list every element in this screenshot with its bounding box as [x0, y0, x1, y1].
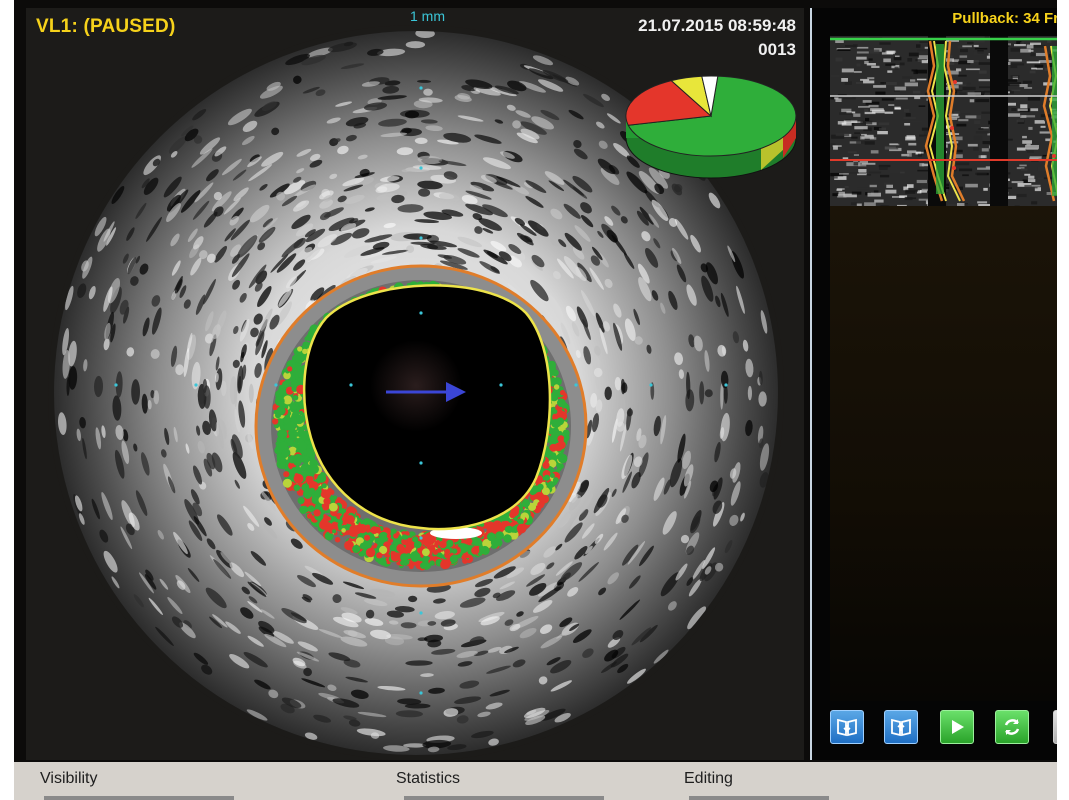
longitudinal-empty-area	[830, 206, 1057, 701]
more-icon[interactable]	[1053, 710, 1057, 744]
statistics-options-strip	[404, 796, 604, 800]
longitudinal-view-panel: Pullback: 34 Fr	[810, 8, 1057, 760]
tab-visibility[interactable]: Visibility	[40, 770, 98, 788]
tab-statistics[interactable]: Statistics	[396, 770, 460, 788]
ivus-crosssection-view[interactable]: VL1: (PAUSED) 1 mm 21.07.2015 08:59:48 0…	[26, 8, 804, 760]
book-up-icon[interactable]	[884, 710, 918, 744]
longitudinal-view[interactable]	[830, 36, 1057, 206]
pullback-label: Pullback: 34 Fr	[952, 10, 1057, 27]
tab-editing[interactable]: Editing	[684, 770, 733, 788]
scale-label: 1 mm	[410, 8, 445, 24]
editing-options-strip	[689, 796, 829, 800]
ivus-application-window: VL1: (PAUSED) 1 mm 21.07.2015 08:59:48 0…	[14, 0, 1057, 800]
play-icon[interactable]	[940, 710, 974, 744]
acquisition-datetime: 21.07.2015 08:59:48	[638, 16, 796, 35]
ivus-image	[48, 25, 797, 760]
frame-number: 0013	[758, 40, 796, 59]
bottom-panel: Visibility Statistics Editing	[14, 762, 1057, 800]
visibility-options-strip	[44, 796, 234, 800]
refresh-icon[interactable]	[995, 710, 1029, 744]
playback-toolbar	[830, 710, 1057, 752]
playback-status: VL1: (PAUSED)	[36, 16, 176, 37]
book-down-icon[interactable]	[830, 710, 864, 744]
tissue-composition-pie	[625, 75, 797, 179]
